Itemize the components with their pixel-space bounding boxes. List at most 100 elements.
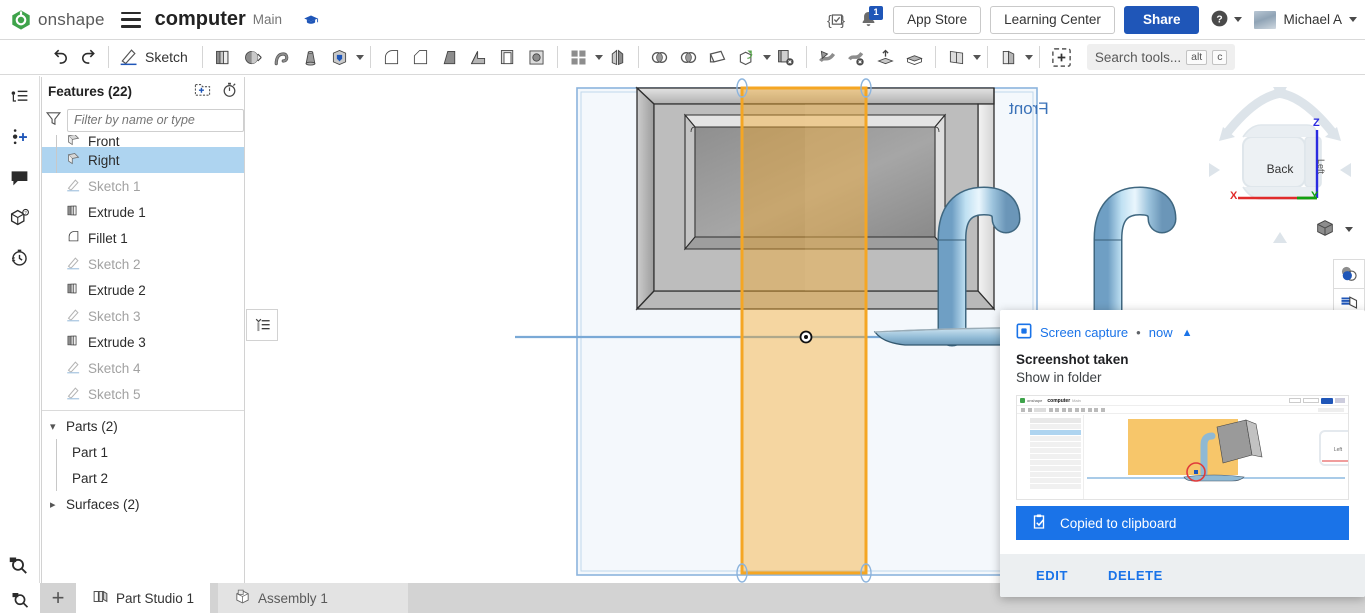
share-button[interactable]: Share [1123, 5, 1200, 34]
feature-tree[interactable]: Front Right Sketch 1 Extrude 1 Fillet 1 … [42, 135, 244, 583]
version-history-icon[interactable] [7, 244, 33, 270]
replace-face-icon[interactable] [900, 42, 929, 72]
magnifier-cube-icon[interactable] [7, 552, 29, 577]
tree-item-sketch-4[interactable]: Sketch 4 [42, 355, 244, 381]
plane-icon[interactable] [703, 42, 732, 72]
screen-capture-notification: Screen capture • now ▲ Screenshot taken … [1000, 310, 1365, 597]
tree-item-sketch-5[interactable]: Sketch 5 [42, 381, 244, 407]
view-cube-face-label[interactable]: Back [1247, 143, 1313, 195]
derive-chevron-down-icon[interactable] [1024, 54, 1033, 60]
insert-part-icon[interactable] [7, 124, 33, 150]
comments-icon[interactable] [7, 164, 33, 190]
undo-icon[interactable] [46, 42, 74, 72]
tree-item-extrude-2[interactable]: Extrude 2 [42, 277, 244, 303]
toolbar-divider [805, 46, 807, 68]
add-tab-button[interactable]: + [40, 583, 76, 613]
help-menu[interactable]: ? [1210, 9, 1243, 31]
extrude-icon[interactable] [209, 42, 238, 72]
sketch-icon [66, 255, 81, 273]
filter-funnel-icon[interactable] [45, 110, 62, 130]
learning-center-button[interactable]: Learning Center [990, 5, 1115, 34]
rib-icon[interactable] [464, 42, 493, 72]
avatar[interactable] [1254, 10, 1277, 29]
sketch-button[interactable]: Sketch [115, 46, 196, 69]
notification-bell-icon[interactable]: 1 [852, 5, 884, 35]
delete-face-icon[interactable] [842, 42, 871, 72]
transform-icon[interactable] [732, 42, 761, 72]
extrude-icon [66, 281, 81, 299]
view-cube-side-label[interactable]: Left [1316, 159, 1326, 174]
chevron-up-icon[interactable]: ▲ [1182, 327, 1193, 339]
hole-icon[interactable] [522, 42, 551, 72]
feature-list-flyout-icon[interactable] [246, 309, 278, 341]
parts-bom-icon[interactable]: ? [7, 204, 33, 230]
loft-icon[interactable] [296, 42, 325, 72]
new-folder-icon[interactable] [194, 81, 211, 101]
graduation-cap-icon[interactable] [300, 10, 322, 30]
tree-group-surfaces[interactable]: ▸ Surfaces (2) [42, 491, 244, 517]
display-state-icon[interactable] [1333, 259, 1365, 289]
user-menu-chevron-down-icon[interactable] [1349, 17, 1357, 22]
features-filter-row [42, 105, 244, 135]
fillet-icon[interactable] [377, 42, 406, 72]
tree-item-part-2[interactable]: Part 2 [42, 465, 244, 491]
sweep-icon[interactable] [267, 42, 296, 72]
redo-icon[interactable] [74, 42, 102, 72]
revolve-icon[interactable] [238, 42, 267, 72]
rollback-timer-icon[interactable] [221, 81, 238, 101]
offset-face-icon[interactable] [871, 42, 900, 72]
add-custom-feature-icon[interactable] [1046, 42, 1077, 72]
document-branch: Main [252, 12, 283, 27]
delete-button[interactable]: DELETE [1108, 568, 1163, 583]
transform-chevron-down-icon[interactable] [762, 54, 771, 60]
view-cube[interactable]: Back Left X Y Z [1205, 85, 1355, 250]
app-store-button[interactable]: App Store [893, 5, 982, 34]
pattern-grid-icon[interactable] [564, 42, 593, 72]
tree-group-parts[interactable]: ▾ Parts (2) [42, 413, 244, 439]
tree-item-fillet-1[interactable]: Fillet 1 [42, 225, 244, 251]
edit-button[interactable]: EDIT [1036, 568, 1068, 583]
tree-item-right[interactable]: Right [42, 147, 244, 173]
move-face-icon[interactable] [813, 42, 842, 72]
tree-item-part-1[interactable]: Part 1 [42, 439, 244, 465]
tree-item-front[interactable]: Front [42, 135, 244, 147]
boolean-union-icon[interactable] [674, 42, 703, 72]
boolean-icon[interactable] [645, 42, 674, 72]
thicken-icon[interactable] [325, 42, 354, 72]
chamfer-icon[interactable] [406, 42, 435, 72]
tree-item-extrude-1[interactable]: Extrude 1 [42, 199, 244, 225]
features-panel: Features (22) Front [41, 77, 245, 584]
tree-item-label: Right [88, 152, 120, 168]
featurescript-icon[interactable]: { } [822, 5, 852, 35]
show-in-folder-link[interactable]: Show in folder [1000, 367, 1365, 395]
delete-part-icon[interactable] [771, 42, 800, 72]
notification-thumbnail[interactable]: onshape computer Main Left [1016, 395, 1349, 500]
draft-icon[interactable] [435, 42, 464, 72]
chevron-down-icon: ▾ [50, 420, 56, 433]
features-filter-input[interactable] [67, 108, 244, 132]
shell-icon[interactable] [493, 42, 522, 72]
onshape-logo-icon[interactable] [10, 9, 32, 31]
sketch-icon [66, 307, 81, 325]
search-tools-input[interactable]: Search tools... alt c [1086, 44, 1236, 70]
derive-icon[interactable] [994, 42, 1023, 72]
sheet-metal-icon[interactable] [942, 42, 971, 72]
part-studio-icon [92, 588, 109, 608]
tree-item-extrude-3[interactable]: Extrude 3 [42, 329, 244, 355]
header-actions: { } 1 App Store Learning Center Share ? [822, 5, 1357, 35]
feature-list-icon[interactable] [7, 84, 33, 110]
mirror-icon[interactable] [603, 42, 632, 72]
clipboard-check-icon [1030, 513, 1048, 534]
hamburger-icon[interactable] [120, 11, 141, 28]
toolbar-divider [934, 46, 936, 68]
sheet-metal-chevron-down-icon[interactable] [972, 54, 981, 60]
tab-part-studio-1[interactable]: Part Studio 1 [76, 583, 211, 613]
tree-item-sketch-3[interactable]: Sketch 3 [42, 303, 244, 329]
pattern-chevron-down-icon[interactable] [594, 54, 603, 60]
tab-assembly-1[interactable]: Assembly 1 [218, 583, 409, 613]
toolbar-divider [637, 46, 639, 68]
tab-search-icon[interactable] [0, 583, 40, 613]
tree-item-sketch-2[interactable]: Sketch 2 [42, 251, 244, 277]
tree-item-sketch-1[interactable]: Sketch 1 [42, 173, 244, 199]
more-create-chevron-down-icon[interactable] [355, 54, 364, 60]
